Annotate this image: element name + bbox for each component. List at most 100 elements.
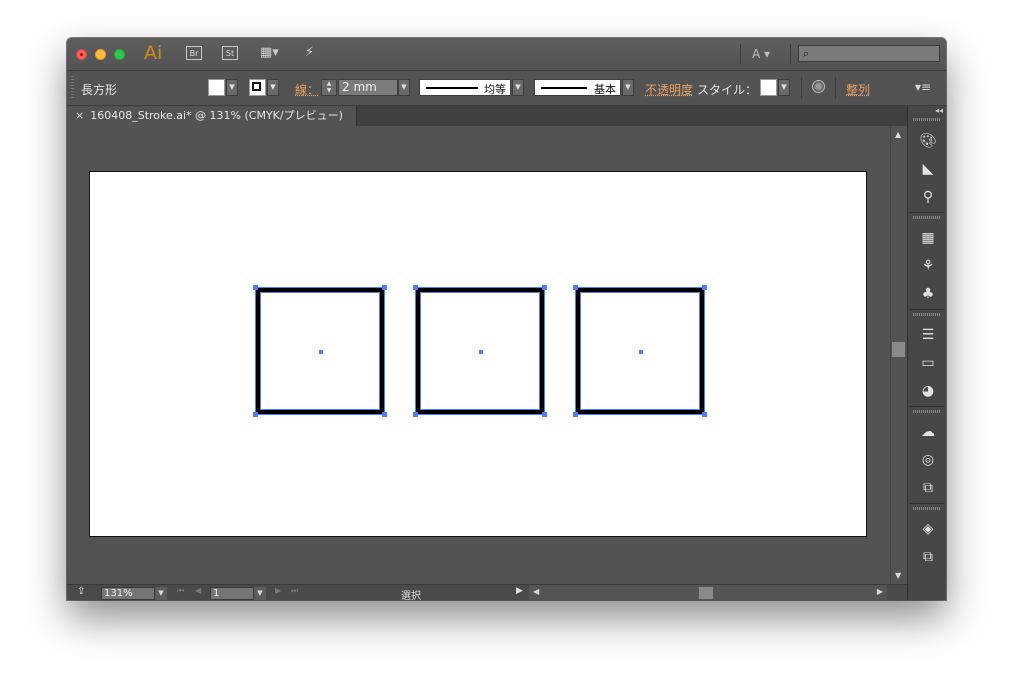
previous-artboard-icon[interactable]: ◀	[195, 586, 201, 595]
rectangle-object[interactable]	[253, 285, 387, 417]
scroll-down-icon[interactable]: ▼	[895, 571, 901, 580]
panel-menu-icon[interactable]: ▾≡	[915, 80, 931, 94]
dock-divider	[910, 212, 944, 213]
brush-dropdown[interactable]: ▼	[622, 79, 634, 96]
workspace-switcher[interactable]: A ▾	[752, 47, 770, 61]
last-artboard-icon[interactable]: ⏭	[291, 586, 298, 596]
anchor-handle[interactable]	[573, 285, 578, 290]
canvas-area[interactable]	[67, 126, 890, 584]
next-artboard-icon[interactable]: ▶	[275, 586, 281, 595]
brush-line-preview	[541, 87, 587, 89]
fill-dropdown[interactable]: ▼	[226, 79, 238, 96]
panel-grip[interactable]	[71, 76, 74, 100]
brushes-icon[interactable]: ⚘	[919, 257, 937, 275]
swatches-symbols-icon[interactable]: ⚲	[919, 188, 937, 206]
dock-divider	[910, 309, 944, 310]
center-point[interactable]	[319, 350, 323, 354]
arrange-documents-icon[interactable]: ▦▾	[260, 45, 279, 60]
artboard-dropdown[interactable]: ▼	[254, 587, 266, 600]
panel-group-grip[interactable]	[913, 313, 941, 316]
opacity-panel-link[interactable]: 不透明度	[645, 81, 693, 98]
layers-icon[interactable]: ◈	[919, 520, 937, 538]
panel-dock: ◂◂ 🎨︎ ◣ ⚲ ▦ ⚘ ♣ ☰ ▭ ◕ ☁ ◎ ⧉ ◈ ⧉	[907, 106, 946, 600]
title-bar: Ai Br St ▦▾ ⚡ A ▾ ⌕	[67, 38, 946, 71]
zoom-dropdown[interactable]: ▼	[155, 587, 167, 600]
stroke-weight-field[interactable]: 2 mm	[338, 79, 398, 96]
artboard[interactable]	[89, 171, 867, 537]
share-icon[interactable]: ⇪	[77, 586, 85, 597]
align-panel-link[interactable]: 整列	[846, 81, 870, 98]
status-menu-icon[interactable]: ▶	[516, 586, 523, 596]
graphic-style-swatch[interactable]	[760, 79, 777, 96]
close-window-button[interactable]	[76, 49, 87, 60]
profile-label: 均等	[484, 83, 506, 96]
anchor-handle[interactable]	[542, 285, 547, 290]
fill-swatch[interactable]	[208, 79, 225, 96]
anchor-handle[interactable]	[573, 412, 578, 417]
scroll-right-icon[interactable]: ▶	[877, 587, 883, 596]
appearance-icon[interactable]: ◎	[919, 451, 937, 469]
zoom-field[interactable]: 131%	[101, 587, 155, 600]
anchor-handle[interactable]	[253, 285, 258, 290]
brush-definition[interactable]: 基本	[534, 79, 621, 96]
artboard-number-field[interactable]: 1	[210, 587, 254, 600]
color-guide-icon[interactable]: ◣	[919, 160, 937, 178]
first-artboard-icon[interactable]: ⏮	[177, 586, 184, 596]
separator	[740, 44, 741, 64]
anchor-handle[interactable]	[413, 285, 418, 290]
color-icon[interactable]: 🎨︎	[919, 132, 937, 150]
panel-group-grip[interactable]	[913, 216, 941, 219]
asset-export-icon[interactable]: ⧉	[919, 479, 937, 497]
stroke-icon[interactable]: ☰	[919, 326, 937, 344]
recolor-artwork-icon[interactable]	[812, 80, 825, 93]
minimize-window-button[interactable]	[95, 49, 106, 60]
panel-group-grip[interactable]	[913, 507, 941, 510]
bridge-button[interactable]: Br	[186, 46, 202, 60]
anchor-handle[interactable]	[382, 285, 387, 290]
center-point[interactable]	[479, 350, 483, 354]
dock-divider	[910, 406, 944, 407]
maximize-window-button[interactable]	[114, 49, 125, 60]
anchor-handle[interactable]	[702, 285, 707, 290]
panel-group-grip[interactable]	[913, 410, 941, 413]
control-bar: 長方形 ▼ ▼ 線： ▲ ▼ 2 mm ▼ 均等 ▼ 基本 ▼ 不透明度 スタイル…	[67, 71, 946, 106]
stock-button[interactable]: St	[222, 46, 238, 60]
anchor-handle[interactable]	[702, 412, 707, 417]
stroke-color-dropdown[interactable]: ▼	[267, 79, 279, 96]
anchor-handle[interactable]	[253, 412, 258, 417]
stroke-weight-stepper[interactable]: ▲ ▼	[321, 79, 337, 96]
swatches-icon[interactable]: ▦	[919, 229, 937, 247]
horizontal-scroll-thumb[interactable]	[699, 587, 713, 599]
rectangle-object[interactable]	[413, 285, 547, 417]
vertical-scrollbar[interactable]: ▲ ▼	[890, 126, 907, 584]
stroke-weight-dropdown[interactable]: ▼	[398, 79, 410, 96]
transparency-icon[interactable]: ◕	[919, 382, 937, 400]
document-tab[interactable]: × 160408_Stroke.ai* @ 131% (CMYK/プレビュー)	[67, 106, 357, 126]
stroke-swatch[interactable]	[249, 79, 266, 96]
collapse-dock-icon[interactable]: ◂◂	[935, 106, 943, 115]
artboards-icon[interactable]: ⧉	[919, 548, 937, 566]
anchor-handle[interactable]	[382, 412, 387, 417]
profile-dropdown[interactable]: ▼	[512, 79, 524, 96]
stroke-panel-link[interactable]: 線：	[295, 81, 319, 98]
panel-group-grip[interactable]	[913, 118, 941, 121]
vertical-scroll-thumb[interactable]	[892, 342, 905, 357]
graphic-style-dropdown[interactable]: ▼	[778, 79, 790, 96]
document-tab-bar: × 160408_Stroke.ai* @ 131% (CMYK/プレビュー)	[67, 106, 907, 126]
scroll-left-icon[interactable]: ◀	[533, 587, 539, 596]
variable-width-profile[interactable]: 均等	[419, 79, 511, 96]
style-label: スタイル：	[697, 83, 758, 97]
gpu-performance-icon[interactable]: ⚡	[305, 45, 314, 60]
anchor-handle[interactable]	[413, 412, 418, 417]
separator	[790, 44, 791, 64]
symbols-icon[interactable]: ♣	[919, 285, 937, 303]
scroll-up-icon[interactable]: ▲	[895, 130, 901, 139]
cc-libraries-icon[interactable]: ☁	[919, 423, 937, 441]
anchor-handle[interactable]	[542, 412, 547, 417]
horizontal-scrollbar[interactable]: ◀ ▶	[529, 585, 887, 600]
center-point[interactable]	[639, 350, 643, 354]
close-tab-icon[interactable]: ×	[75, 109, 84, 122]
search-input[interactable]: ⌕	[798, 45, 940, 62]
gradient-icon[interactable]: ▭	[919, 354, 937, 372]
rectangle-object[interactable]	[573, 285, 707, 417]
